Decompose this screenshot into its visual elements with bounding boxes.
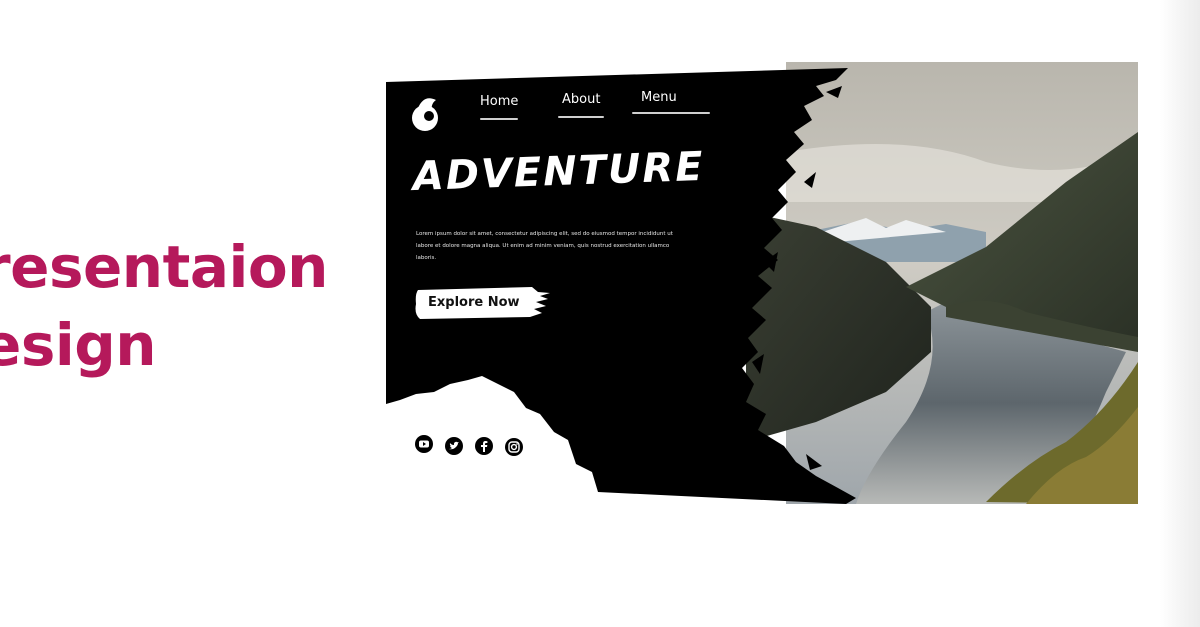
nav-about[interactable]: About xyxy=(562,92,600,107)
nav-home-underline xyxy=(480,118,518,120)
presentation-design-heading: resentaion esign xyxy=(0,228,328,384)
nav-about-underline xyxy=(558,116,604,118)
instagram-icon[interactable] xyxy=(504,437,524,457)
youtube-icon[interactable] xyxy=(414,434,434,454)
facebook-icon[interactable] xyxy=(474,436,494,456)
website-mockup: Home About Menu ADVENTURE Lorem ipsum do… xyxy=(386,62,1138,504)
heading-line-2: esign xyxy=(0,311,157,379)
explore-now-button[interactable]: Explore Now xyxy=(414,284,552,322)
hero-description: Lorem ipsum dolor sit amet, consectetur … xyxy=(416,231,673,261)
fjord-photo xyxy=(746,62,1138,504)
nav-menu[interactable]: Menu xyxy=(641,90,677,105)
nav-home[interactable]: Home xyxy=(480,94,518,109)
heading-line-1: resentaion xyxy=(0,233,328,301)
twitter-icon[interactable] xyxy=(444,436,464,456)
page-edge-shadow xyxy=(1160,0,1200,627)
explore-now-label: Explore Now xyxy=(428,295,520,310)
mockup-artwork xyxy=(386,62,1138,504)
brand-logo[interactable] xyxy=(410,92,444,134)
nav-menu-underline xyxy=(632,112,710,114)
